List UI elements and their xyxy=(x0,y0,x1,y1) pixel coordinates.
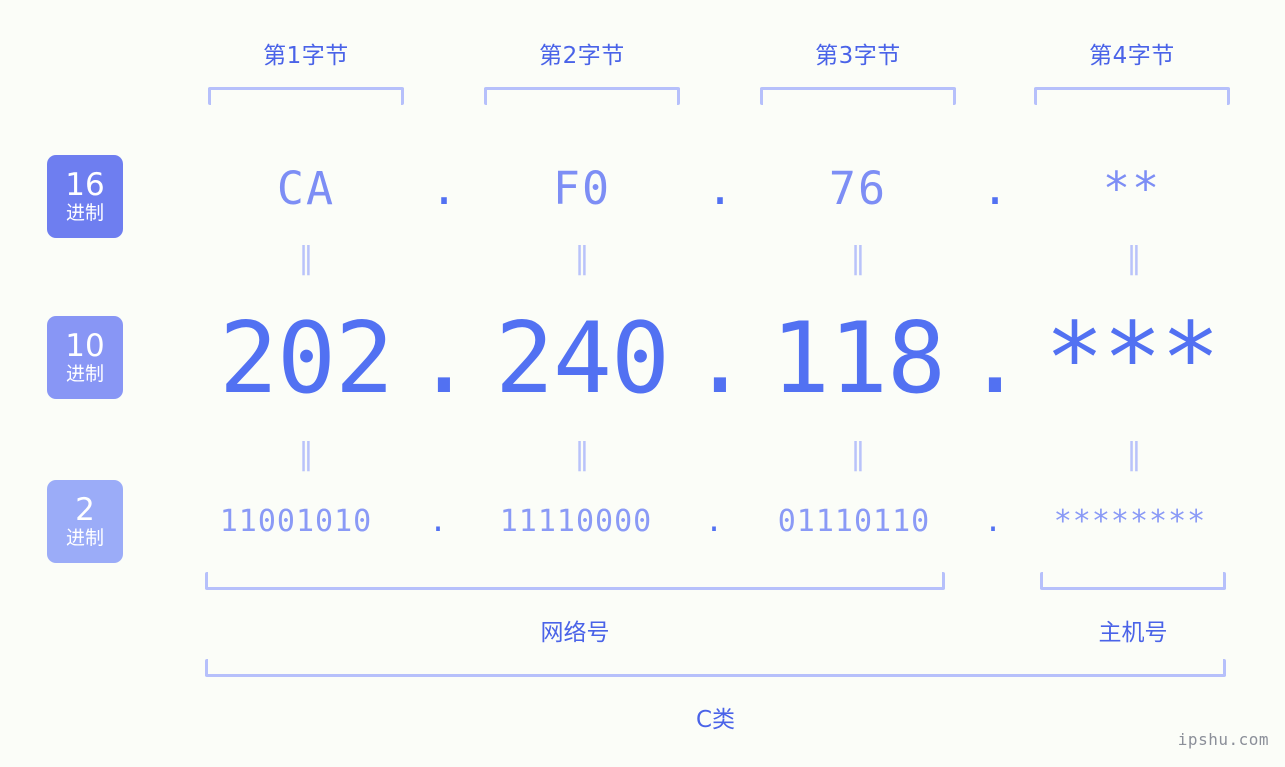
decimal-byte-3: 118 xyxy=(770,302,946,416)
equals-marker-dec-bin-2: ‖ xyxy=(574,437,590,472)
decimal-byte-2: 240 xyxy=(494,302,670,416)
hex-byte-2: F0 xyxy=(552,162,612,215)
byte-bracket-4 xyxy=(1034,87,1230,105)
hex-byte-4: ** xyxy=(1102,162,1162,215)
base-badge-binary-number: 2 xyxy=(75,491,95,528)
host-label: 主机号 xyxy=(1098,620,1168,646)
byte-header-2: 第2字节 xyxy=(539,43,625,69)
byte-bracket-1 xyxy=(208,87,404,105)
equals-marker-hex-dec-4: ‖ xyxy=(1126,241,1142,276)
binary-separator-2: . xyxy=(704,504,724,539)
decimal-separator-2: . xyxy=(690,302,750,416)
byte-bracket-3 xyxy=(760,87,956,105)
site-watermark: ipshu.com xyxy=(1177,730,1269,749)
hex-separator-3: . xyxy=(981,162,1009,215)
class-bracket xyxy=(205,659,1226,677)
equals-marker-hex-dec-2: ‖ xyxy=(574,241,590,276)
base-badge-binary: 2 进制 xyxy=(47,480,123,563)
decimal-byte-4: *** xyxy=(1044,302,1220,416)
decimal-separator-1: . xyxy=(414,302,474,416)
binary-byte-1: 11001010 xyxy=(219,504,373,539)
base-badge-decimal-suffix: 进制 xyxy=(65,362,104,385)
base-badge-hex-suffix: 进制 xyxy=(65,201,104,224)
hex-separator-2: . xyxy=(706,162,734,215)
host-bracket xyxy=(1040,572,1226,590)
base-badge-binary-suffix: 进制 xyxy=(65,526,104,549)
network-label: 网络号 xyxy=(540,620,610,646)
hex-byte-1: CA xyxy=(276,162,336,215)
binary-byte-2: 11110000 xyxy=(499,504,653,539)
equals-marker-hex-dec-1: ‖ xyxy=(298,241,314,276)
class-label: C类 xyxy=(695,707,736,733)
equals-marker-dec-bin-1: ‖ xyxy=(298,437,314,472)
base-badge-decimal: 10 进制 xyxy=(47,316,123,399)
equals-marker-dec-bin-3: ‖ xyxy=(850,437,866,472)
base-badge-decimal-number: 10 xyxy=(65,327,105,364)
network-bracket xyxy=(205,572,945,590)
ip-breakdown-diagram: 第1字节 第2字节 第3字节 第4字节 16 进制 10 进制 2 进制 CA … xyxy=(0,0,1285,767)
binary-byte-3: 01110110 xyxy=(777,504,931,539)
decimal-separator-3: . xyxy=(965,302,1025,416)
binary-separator-3: . xyxy=(983,504,1003,539)
byte-header-1: 第1字节 xyxy=(263,43,349,69)
byte-header-4: 第4字节 xyxy=(1089,43,1175,69)
binary-byte-4: ******** xyxy=(1053,504,1207,539)
hex-separator-1: . xyxy=(430,162,458,215)
equals-marker-hex-dec-3: ‖ xyxy=(850,241,866,276)
binary-separator-1: . xyxy=(428,504,448,539)
base-badge-hex-number: 16 xyxy=(65,166,105,203)
equals-marker-dec-bin-4: ‖ xyxy=(1126,437,1142,472)
base-badge-hex: 16 进制 xyxy=(47,155,123,238)
byte-bracket-2 xyxy=(484,87,680,105)
hex-byte-3: 76 xyxy=(828,162,888,215)
decimal-byte-1: 202 xyxy=(218,302,394,416)
byte-header-3: 第3字节 xyxy=(815,43,901,69)
